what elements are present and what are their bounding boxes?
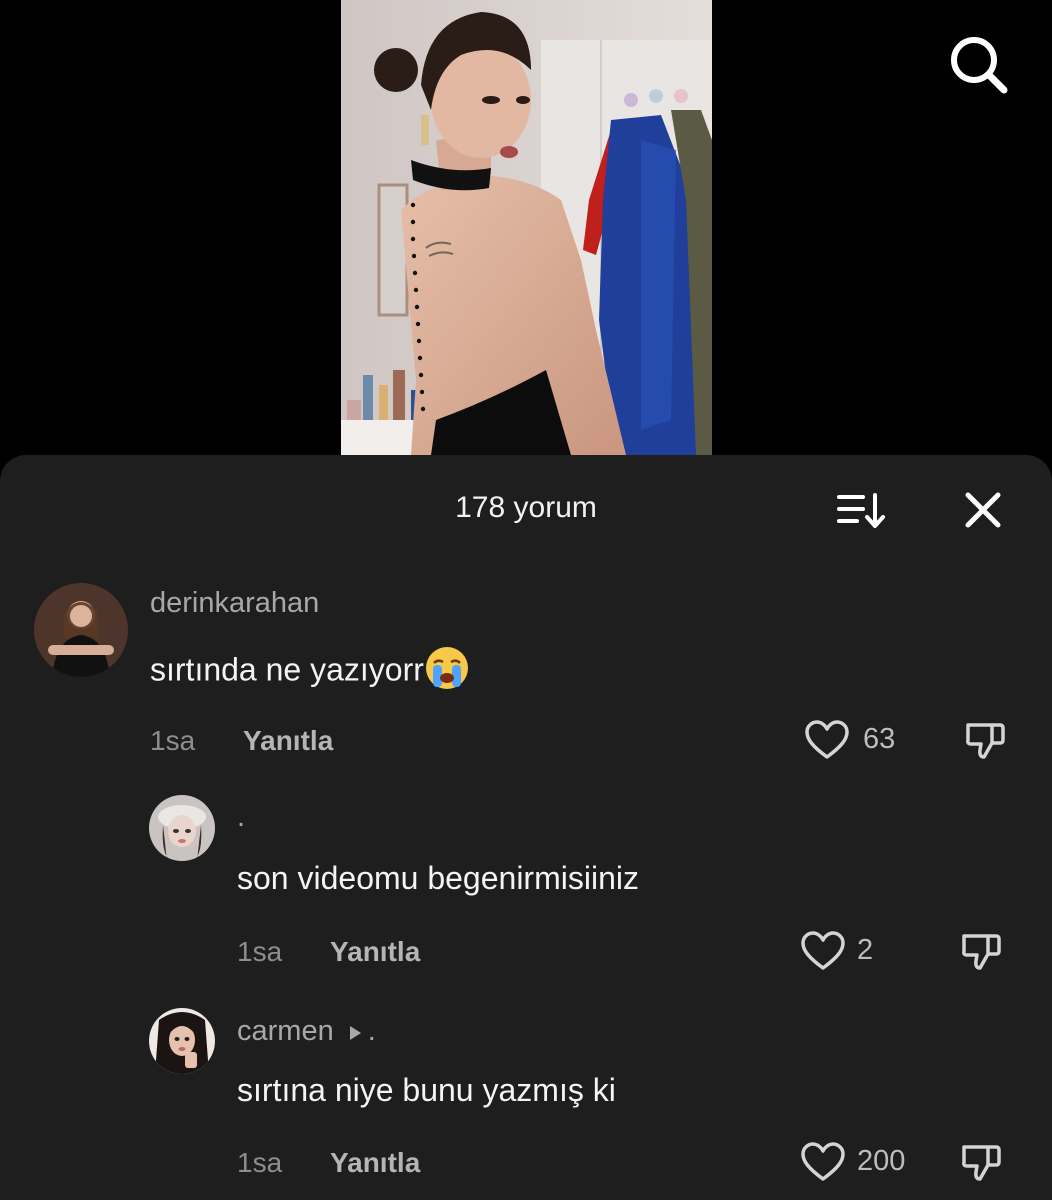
comment-time: 1sa — [150, 725, 196, 756]
dislike-button[interactable] — [958, 928, 1004, 974]
comment-text-content: sırtında ne yazıyorr — [150, 651, 424, 688]
search-button[interactable] — [944, 30, 1014, 100]
like-count: 200 — [857, 1145, 906, 1177]
reply-button[interactable]: Yanıtla — [330, 936, 420, 968]
heart-icon — [801, 931, 845, 970]
comment-username-row: carmen . — [237, 1015, 376, 1049]
reply-button[interactable]: Yanıtla — [330, 1147, 420, 1179]
thumbs-down-icon — [962, 934, 1001, 970]
comment-username[interactable]: . — [237, 801, 245, 834]
comments-sheet: 178 yorum derinkarahan sırtında ne yazıy… — [0, 455, 1052, 1200]
heart-icon — [801, 1142, 845, 1181]
avatar-image — [34, 583, 128, 677]
like-count: 2 — [857, 934, 874, 966]
avatar[interactable] — [34, 583, 128, 677]
comment-text: sırtında ne yazıyorr — [150, 645, 470, 699]
avatar-image — [149, 1008, 215, 1074]
avatar[interactable] — [149, 795, 215, 861]
close-button[interactable] — [958, 485, 1008, 535]
like-button[interactable] — [800, 930, 846, 972]
thumbs-down-icon — [966, 723, 1005, 759]
comment-username[interactable]: derinkarahan — [150, 587, 319, 620]
video-player[interactable] — [0, 0, 1052, 455]
loudly-crying-face-icon — [424, 645, 470, 699]
search-icon — [951, 37, 1008, 94]
reply-button[interactable]: Yanıtla — [243, 725, 333, 757]
reply-to-username[interactable]: . — [368, 1015, 376, 1047]
dislike-button[interactable] — [962, 717, 1008, 763]
comments-count-title: 178 yorum — [455, 491, 597, 524]
heart-icon — [805, 720, 849, 759]
comment-text: son videomu begenirmisiiniz — [237, 860, 639, 896]
sort-button[interactable] — [835, 489, 891, 533]
comment-time: 1sa — [237, 1147, 283, 1178]
comment-text: sırtına niye bunu yazmış ki — [237, 1072, 616, 1108]
video-thumbnail[interactable] — [341, 0, 712, 455]
comment-username[interactable]: carmen — [237, 1015, 334, 1047]
sort-icon — [837, 493, 885, 528]
reply-arrow-icon — [348, 1016, 362, 1049]
comment-time: 1sa — [237, 936, 283, 967]
avatar[interactable] — [149, 1008, 215, 1074]
like-count: 63 — [863, 723, 896, 755]
video-image — [341, 0, 712, 455]
thumbs-down-icon — [962, 1145, 1001, 1181]
close-icon — [965, 492, 1001, 528]
dislike-button[interactable] — [958, 1139, 1004, 1185]
like-button[interactable] — [804, 719, 850, 761]
like-button[interactable] — [800, 1141, 846, 1183]
avatar-image — [149, 795, 215, 861]
